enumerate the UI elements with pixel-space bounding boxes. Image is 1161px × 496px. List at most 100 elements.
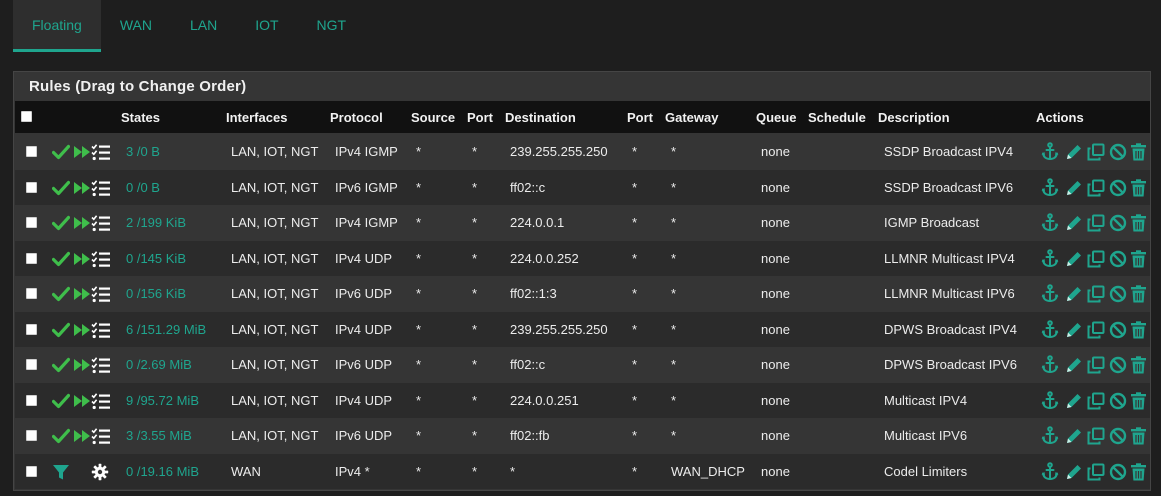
list-icon[interactable] — [91, 214, 111, 232]
pencil-icon[interactable] — [1065, 392, 1083, 410]
tab-floating[interactable]: Floating — [13, 0, 101, 52]
row-checkbox[interactable] — [26, 323, 37, 335]
ban-icon[interactable] — [1109, 143, 1127, 161]
list-icon[interactable] — [91, 392, 111, 410]
list-icon[interactable] — [91, 356, 111, 374]
list-icon[interactable] — [91, 285, 111, 303]
trash-icon[interactable] — [1130, 178, 1147, 197]
anchor-icon[interactable] — [1041, 461, 1059, 480]
col-interfaces[interactable]: Interfaces — [226, 101, 287, 133]
filter-icon[interactable] — [52, 463, 70, 481]
check-icon[interactable] — [52, 250, 70, 268]
copy-icon[interactable] — [1087, 214, 1105, 232]
copy-icon[interactable] — [1087, 356, 1105, 374]
fast-forward-icon[interactable] — [73, 393, 91, 411]
check-icon[interactable] — [52, 285, 70, 303]
ban-icon[interactable] — [1109, 427, 1127, 445]
anchor-icon[interactable] — [1041, 284, 1059, 303]
pencil-icon[interactable] — [1065, 321, 1083, 339]
check-icon[interactable] — [52, 214, 70, 232]
pencil-icon[interactable] — [1065, 463, 1083, 481]
anchor-icon[interactable] — [1041, 213, 1059, 232]
col-schedule[interactable]: Schedule — [808, 101, 866, 133]
fast-forward-icon[interactable] — [73, 144, 91, 162]
check-icon[interactable] — [52, 392, 70, 410]
table-row[interactable]: 0 /19.16 MiB WAN IPv4 * * * * * WAN_DHCP none Cod… — [15, 453, 1150, 489]
states-value[interactable]: 3 /0 B — [126, 134, 160, 170]
col-source-port[interactable]: Port — [467, 101, 493, 133]
fast-forward-icon[interactable] — [73, 251, 91, 269]
anchor-icon[interactable] — [1041, 319, 1059, 338]
table-row[interactable]: 0 /156 KiB LAN, IOT, NGT IPv6 UDP * * ff02::1… — [15, 276, 1150, 312]
table-row[interactable]: 0 /145 KiB LAN, IOT, NGT IPv4 UDP * * 224.0.0… — [15, 240, 1150, 277]
trash-icon[interactable] — [1130, 427, 1147, 445]
trash-icon[interactable] — [1130, 249, 1147, 268]
ban-icon[interactable] — [1109, 285, 1127, 303]
check-icon[interactable] — [52, 356, 70, 374]
trash-icon[interactable] — [1130, 320, 1147, 339]
states-value[interactable]: 0 /156 KiB — [126, 276, 186, 312]
col-dest-port[interactable]: Port — [627, 101, 653, 133]
tab-iot[interactable]: IOT — [236, 0, 297, 49]
gear-icon[interactable] — [91, 463, 109, 481]
copy-icon[interactable] — [1087, 321, 1105, 339]
fast-forward-icon[interactable] — [73, 322, 91, 340]
states-value[interactable]: 0 /0 B — [126, 170, 160, 206]
anchor-icon[interactable] — [1041, 142, 1059, 161]
tab-ngt[interactable]: NGT — [298, 0, 366, 49]
col-source[interactable]: Source — [411, 101, 455, 133]
ban-icon[interactable] — [1109, 463, 1127, 481]
anchor-icon[interactable] — [1041, 426, 1059, 445]
states-value[interactable]: 2 /199 KiB — [126, 205, 186, 241]
row-checkbox[interactable] — [26, 181, 37, 193]
col-protocol[interactable]: Protocol — [330, 101, 383, 133]
list-icon[interactable] — [91, 250, 111, 268]
pencil-icon[interactable] — [1065, 356, 1083, 374]
check-icon[interactable] — [52, 427, 70, 445]
ban-icon[interactable] — [1109, 250, 1127, 268]
col-gateway[interactable]: Gateway — [665, 101, 718, 133]
copy-icon[interactable] — [1087, 463, 1105, 481]
states-value[interactable]: 0 /145 KiB — [126, 241, 186, 277]
row-checkbox[interactable] — [26, 288, 37, 299]
ban-icon[interactable] — [1109, 321, 1127, 339]
check-icon[interactable] — [52, 321, 70, 339]
select-all-checkbox[interactable] — [21, 111, 32, 122]
pencil-icon[interactable] — [1065, 214, 1083, 232]
list-icon[interactable] — [91, 143, 111, 161]
anchor-icon[interactable] — [1041, 355, 1059, 374]
row-checkbox[interactable] — [26, 146, 37, 157]
table-row[interactable]: 3 /3.55 MiB LAN, IOT, NGT IPv6 UDP * * ff02::… — [15, 418, 1150, 454]
row-checkbox[interactable] — [26, 252, 37, 264]
trash-icon[interactable] — [1130, 356, 1147, 374]
row-checkbox[interactable] — [26, 217, 37, 228]
table-row[interactable]: 6 /151.29 MiB LAN, IOT, NGT IPv4 UDP * * 239.… — [15, 311, 1150, 348]
tab-lan[interactable]: LAN — [171, 0, 236, 49]
table-row[interactable]: 2 /199 KiB LAN, IOT, NGT IPv4 IGMP * * 224.0.… — [15, 205, 1150, 241]
fast-forward-icon[interactable] — [73, 357, 91, 375]
ban-icon[interactable] — [1109, 179, 1127, 197]
trash-icon[interactable] — [1130, 462, 1147, 481]
anchor-icon[interactable] — [1041, 248, 1059, 267]
ban-icon[interactable] — [1109, 356, 1127, 374]
list-icon[interactable] — [91, 321, 111, 339]
col-queue[interactable]: Queue — [756, 101, 796, 133]
states-value[interactable]: 9 /95.72 MiB — [126, 383, 199, 419]
check-icon[interactable] — [52, 179, 70, 197]
trash-icon[interactable] — [1130, 391, 1147, 410]
col-destination[interactable]: Destination — [505, 101, 576, 133]
row-checkbox[interactable] — [26, 465, 37, 477]
anchor-icon[interactable] — [1041, 177, 1059, 196]
table-row[interactable]: 0 /2.69 MiB LAN, IOT, NGT IPv6 UDP * * ff02::… — [15, 347, 1150, 383]
copy-icon[interactable] — [1087, 392, 1105, 410]
list-icon[interactable] — [91, 427, 111, 445]
pencil-icon[interactable] — [1065, 179, 1083, 197]
trash-icon[interactable] — [1130, 214, 1147, 232]
row-checkbox[interactable] — [26, 430, 37, 441]
states-value[interactable]: 0 /2.69 MiB — [126, 347, 192, 383]
pencil-icon[interactable] — [1065, 250, 1083, 268]
table-row[interactable]: 0 /0 B LAN, IOT, NGT IPv6 IGMP * * ff02::c * * n… — [15, 169, 1150, 206]
states-value[interactable]: 6 /151.29 MiB — [126, 312, 206, 348]
fast-forward-icon[interactable] — [73, 286, 91, 304]
fast-forward-icon[interactable] — [73, 180, 91, 198]
